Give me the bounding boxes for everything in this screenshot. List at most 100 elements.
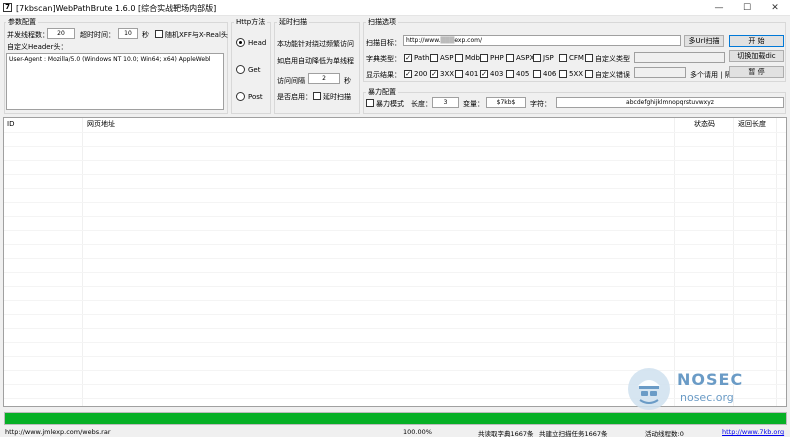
header-textarea[interactable]: User-Agent : Mozilla/5.0 (Windows NT 10.… (6, 53, 224, 110)
target-value-masked: ███ (440, 37, 455, 44)
threads-input[interactable]: 20 (47, 28, 75, 39)
target-value-suffix: exp.com/ (454, 37, 483, 44)
col-divider (776, 118, 777, 406)
interval-unit: 秒 (344, 77, 351, 85)
dict-mdb-checkbox[interactable] (455, 54, 463, 62)
result-3xx-checkbox[interactable]: ✓ (430, 70, 438, 78)
target-input[interactable]: http://www.███exp.com/ (403, 35, 681, 46)
scan-options-title: 扫描选项 (366, 17, 398, 27)
maximize-button[interactable]: ☐ (733, 0, 761, 16)
result-406-label: 406 (543, 70, 557, 78)
dict-aspx-label: ASPX (516, 54, 535, 62)
chars-input[interactable]: abcdefghijklmnopqrstuvwxyz (556, 97, 784, 108)
dict-jsp-checkbox[interactable] (533, 54, 541, 62)
radio-get-label: Get (248, 66, 261, 74)
results-table[interactable]: ID 网页地址 状态码 返回长度 NOSEC nosec.org (3, 117, 787, 410)
result-5xx-label: 5XX (569, 70, 584, 78)
result-401-checkbox[interactable] (455, 70, 463, 78)
random-xff-checkbox[interactable] (155, 30, 163, 38)
interval-input[interactable]: 2 (308, 73, 340, 84)
dict-php-checkbox[interactable] (480, 54, 488, 62)
timeout-unit: 秒 (142, 31, 149, 39)
dict-aspx-checkbox[interactable] (506, 54, 514, 62)
status-link[interactable]: http://www.7kb.org (722, 428, 784, 436)
dict-jsp-label: JSP (543, 54, 554, 62)
radio-head[interactable] (236, 38, 245, 47)
threads-label: 并发线程数： (7, 31, 49, 39)
variable-input[interactable]: $7kb$ (486, 97, 526, 108)
status-threads: 活动线程数:0 (645, 430, 684, 437)
app-icon: 7 (3, 3, 12, 12)
row-divider (4, 258, 786, 259)
result-200-label: 200 (414, 70, 428, 78)
brute-config-title: 暴力配置 (366, 87, 398, 97)
col-divider (674, 118, 675, 406)
dict-path-label: Path (414, 54, 430, 62)
multi-url-button[interactable]: 多Url扫描 (684, 35, 724, 47)
result-200-checkbox[interactable]: ✓ (404, 70, 412, 78)
close-button[interactable]: ✕ (761, 0, 789, 16)
result-403-checkbox[interactable]: ✓ (480, 70, 488, 78)
window-title: [7kbscan]WebPathBrute 1.6.0 [综合实战靶场内部版] (16, 3, 216, 14)
length-label: 长度： (411, 100, 432, 108)
brute-mode-checkbox[interactable] (366, 99, 374, 107)
row-divider (4, 244, 786, 245)
result-3xx-label: 3XX (440, 70, 455, 78)
length-input[interactable]: 3 (432, 97, 459, 108)
col-url[interactable]: 网页地址 (84, 118, 115, 130)
col-length[interactable]: 返回长度 (735, 118, 766, 130)
switch-dict-button[interactable]: 切换加载dic (729, 50, 784, 62)
params-group-title: 参数配置 (6, 17, 38, 27)
radio-get[interactable] (236, 65, 245, 74)
result-label: 显示结果： (366, 71, 401, 79)
custom-dict-input[interactable] (634, 52, 725, 63)
result-custom-checkbox[interactable] (585, 70, 593, 78)
col-id[interactable]: ID (4, 118, 14, 130)
delay-scan-title: 延时扫描 (277, 17, 309, 27)
radio-head-label: Head (248, 39, 267, 47)
row-divider (4, 174, 786, 175)
row-divider (4, 314, 786, 315)
result-405-checkbox[interactable] (506, 70, 514, 78)
window-title-text: [7kbscan]WebPathBrute 1.6.0 (16, 4, 136, 13)
window-subtitle: [综合实战靶场内部版] (137, 4, 217, 13)
result-5xx-checkbox[interactable] (559, 70, 567, 78)
custom-error-input[interactable] (634, 67, 686, 78)
row-divider (4, 328, 786, 329)
dict-asp-label: ASP (440, 54, 454, 62)
dict-mdb-label: Mdb (465, 54, 480, 62)
result-401-label: 401 (465, 70, 479, 78)
dict-type-label: 字典类型： (366, 55, 401, 63)
dict-php-label: PHP (490, 54, 504, 62)
timeout-label: 超时时间： (80, 31, 115, 39)
result-custom-label: 自定义错误 (595, 71, 630, 79)
dict-asp-checkbox[interactable] (430, 54, 438, 62)
delay-enable-option: 延时扫描 (323, 93, 351, 101)
result-403-label: 403 (490, 70, 504, 78)
pause-button[interactable]: 暂 停 (729, 66, 784, 78)
delay-enable-checkbox[interactable] (313, 92, 321, 100)
row-divider (4, 202, 786, 203)
timeout-input[interactable]: 10 (118, 28, 138, 39)
radio-post[interactable] (236, 92, 245, 101)
dict-custom-label: 自定义类型 (595, 55, 630, 63)
random-xff-label: 随机XFF与X-Real头 (165, 31, 228, 39)
row-divider (4, 216, 786, 217)
chars-label: 字符： (530, 100, 551, 108)
nosec-logo-icon (628, 368, 670, 410)
row-divider (4, 160, 786, 161)
dict-custom-checkbox[interactable] (585, 54, 593, 62)
dict-cfm-checkbox[interactable] (559, 54, 567, 62)
result-406-checkbox[interactable] (533, 70, 541, 78)
delay-desc-2: 如启用自动降低为单线程 (277, 57, 354, 65)
target-value-prefix: http://www. (406, 37, 441, 44)
brute-mode-label: 暴力模式 (376, 100, 404, 108)
dict-cfm-label: CFM (569, 54, 584, 62)
row-divider (4, 146, 786, 147)
minimize-button[interactable]: — (705, 0, 733, 16)
start-button[interactable]: 开 始 (729, 35, 784, 47)
delay-desc-1: 本功能针对绕过频繁访问 (277, 40, 354, 48)
dict-path-checkbox[interactable]: ✓ (404, 54, 412, 62)
status-dict-count: 共读取字典1667条 (478, 430, 534, 437)
col-status[interactable]: 状态码 (691, 118, 715, 130)
